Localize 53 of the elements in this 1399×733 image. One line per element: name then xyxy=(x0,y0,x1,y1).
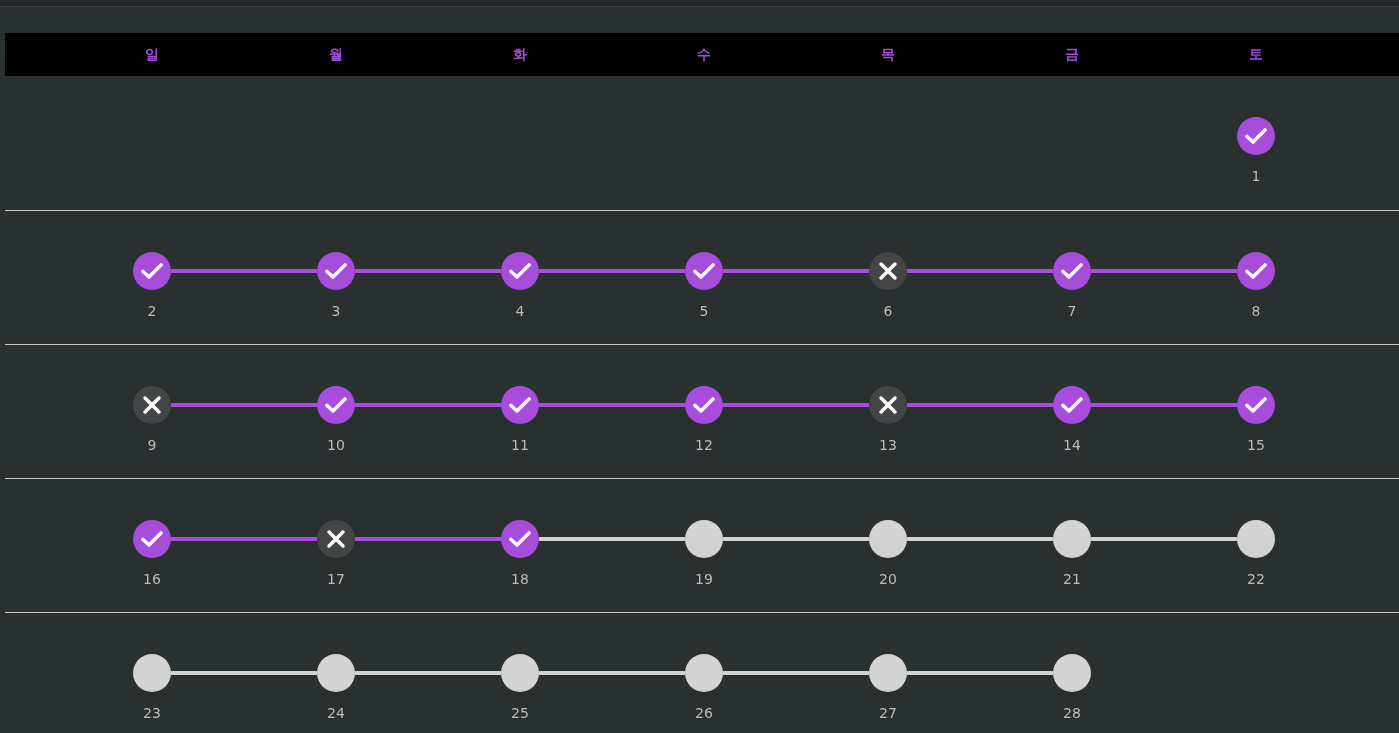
weekday-label: 목 xyxy=(881,45,895,64)
check-icon xyxy=(1245,262,1267,280)
day-number: 16 xyxy=(143,570,161,588)
day-number: 27 xyxy=(879,704,897,722)
day-number: 22 xyxy=(1247,570,1265,588)
day-number: 3 xyxy=(331,302,341,320)
check-icon xyxy=(141,262,163,280)
day-number: 1 xyxy=(1251,167,1261,185)
day-number: 10 xyxy=(327,436,345,454)
weekday-label: 금 xyxy=(1065,45,1079,64)
check-icon xyxy=(141,530,163,548)
day-number: 17 xyxy=(327,570,345,588)
check-icon xyxy=(1061,262,1083,280)
day-number: 20 xyxy=(879,570,897,588)
day-number: 18 xyxy=(511,570,529,588)
close-icon xyxy=(878,261,898,281)
day-number: 21 xyxy=(1063,570,1081,588)
day-number: 24 xyxy=(327,704,345,722)
check-icon xyxy=(693,396,715,414)
check-icon xyxy=(1061,396,1083,414)
day-number: 15 xyxy=(1247,436,1265,454)
weekday-label: 토 xyxy=(1249,45,1263,64)
day-number: 6 xyxy=(883,302,893,320)
weekday-label: 수 xyxy=(697,45,711,64)
check-icon xyxy=(1245,127,1267,145)
day-number: 13 xyxy=(879,436,897,454)
day-number: 4 xyxy=(515,302,525,320)
day-number: 28 xyxy=(1063,704,1081,722)
close-icon xyxy=(326,529,346,549)
day-number: 12 xyxy=(695,436,713,454)
day-number: 23 xyxy=(143,704,161,722)
day-number: 25 xyxy=(511,704,529,722)
day-number: 26 xyxy=(695,704,713,722)
day-number: 2 xyxy=(147,302,157,320)
close-icon xyxy=(142,395,162,415)
day-number: 11 xyxy=(511,436,529,454)
weekday-label: 월 xyxy=(329,45,343,64)
day-number: 5 xyxy=(699,302,709,320)
day-number: 7 xyxy=(1067,302,1077,320)
check-icon xyxy=(693,262,715,280)
day-number: 9 xyxy=(147,436,157,454)
check-icon xyxy=(325,396,347,414)
check-icon xyxy=(509,530,531,548)
day-number: 19 xyxy=(695,570,713,588)
check-icon xyxy=(509,262,531,280)
check-icon xyxy=(1245,396,1267,414)
weekday-label: 일 xyxy=(145,45,159,64)
check-icon xyxy=(509,396,531,414)
check-icon xyxy=(325,262,347,280)
weekday-label: 화 xyxy=(513,45,527,64)
close-icon xyxy=(878,395,898,415)
day-number: 14 xyxy=(1063,436,1081,454)
day-number: 8 xyxy=(1251,302,1261,320)
